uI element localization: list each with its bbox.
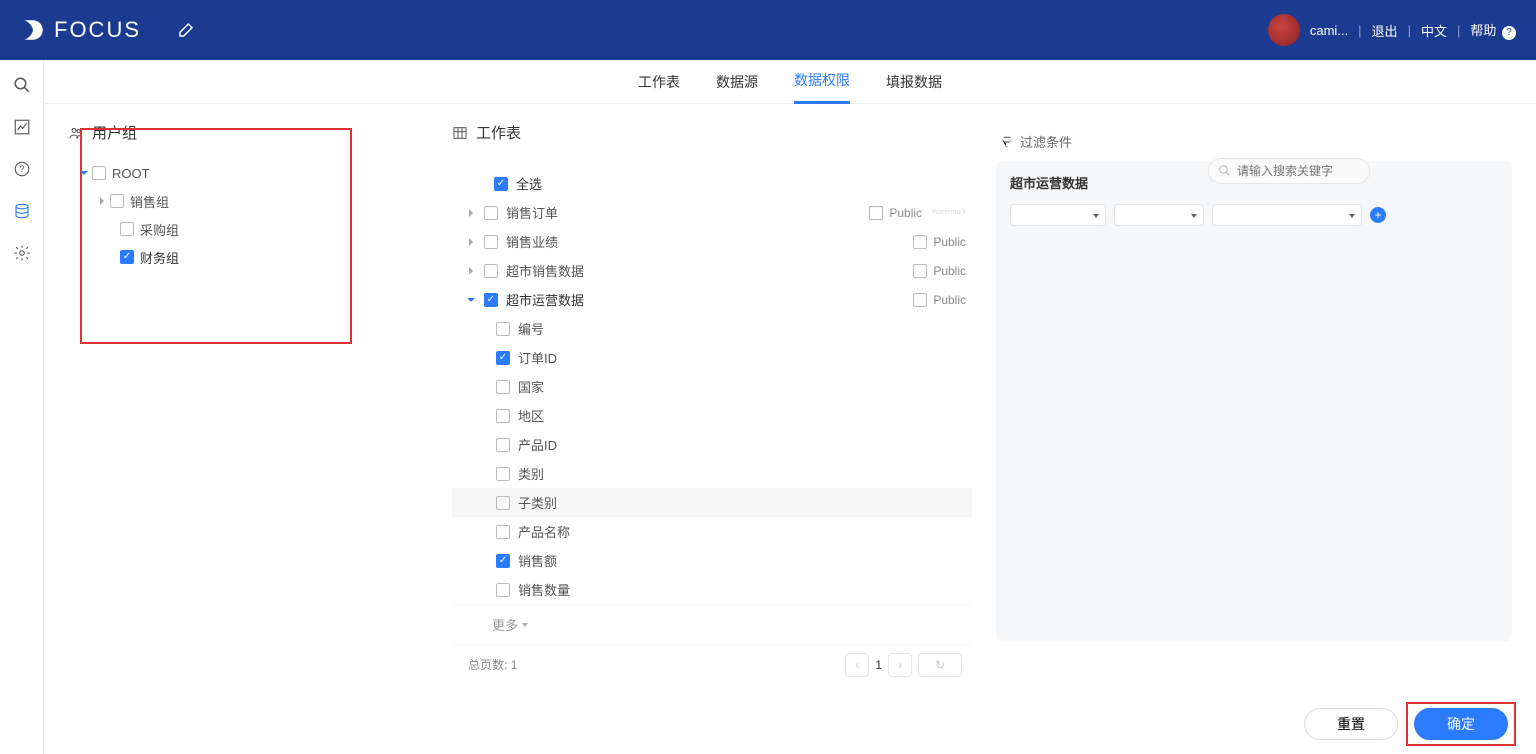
reset-button[interactable]: 重置 xyxy=(1304,708,1398,740)
pager-current: 1 xyxy=(875,658,882,672)
username[interactable]: cami... xyxy=(1310,23,1348,38)
col-item[interactable]: 国家 xyxy=(452,372,972,401)
user-group-title: 用户组 xyxy=(92,122,137,143)
tree-item-finance[interactable]: 财务组 xyxy=(68,243,428,271)
help-nav-icon[interactable]: ? xyxy=(13,160,31,178)
avatar[interactable] xyxy=(1268,14,1300,46)
logout-link[interactable]: 退出 xyxy=(1372,21,1398,40)
search-input-icon xyxy=(1218,164,1231,177)
filter-select-3[interactable] xyxy=(1212,204,1362,226)
select-all-row[interactable]: 全选 xyxy=(452,169,972,198)
filter-select-1[interactable] xyxy=(1010,204,1106,226)
filter-panel: 过滤条件 超市运营数据 + xyxy=(996,122,1512,742)
search-icon[interactable] xyxy=(13,76,31,94)
col-item[interactable]: 产品ID xyxy=(452,430,972,459)
pager-prev[interactable]: ‹ xyxy=(845,653,869,677)
col-item[interactable]: 订单ID xyxy=(452,343,972,372)
tab-worksheet[interactable]: 工作表 xyxy=(638,61,680,103)
col-item[interactable]: 类别 xyxy=(452,459,972,488)
svg-text:?: ? xyxy=(19,164,24,174)
help-icon: ? xyxy=(1502,26,1516,40)
chart-icon[interactable] xyxy=(13,118,31,136)
user-group-panel: 用户组 ROOT 销售组 采购组 财务组 xyxy=(68,122,428,742)
side-nav: ? xyxy=(0,60,44,754)
filter-title: 过滤条件 xyxy=(1020,132,1072,151)
ws-item[interactable]: 超市销售数据Public xyxy=(452,256,972,285)
tree-item-sales[interactable]: 销售组 xyxy=(68,187,428,215)
tree-root[interactable]: ROOT xyxy=(68,159,428,187)
filter-select-2[interactable] xyxy=(1114,204,1204,226)
col-item[interactable]: 编号 xyxy=(452,314,972,343)
col-item[interactable]: 地区 xyxy=(452,401,972,430)
data-nav-icon[interactable] xyxy=(13,202,31,220)
tab-report[interactable]: 填报数据 xyxy=(886,61,942,103)
worksheet-search-input[interactable] xyxy=(1208,158,1370,184)
filter-icon xyxy=(1000,135,1014,149)
tree-item-purchase[interactable]: 采购组 xyxy=(68,215,428,243)
users-icon xyxy=(68,125,84,141)
highlight-confirm xyxy=(1406,702,1516,746)
col-item[interactable]: 子类别 xyxy=(452,488,972,517)
pager-refresh[interactable]: ↻ xyxy=(918,653,962,677)
col-item[interactable]: 销售额 xyxy=(452,546,972,575)
tab-permission[interactable]: 数据权限 xyxy=(794,59,850,104)
tab-datasource[interactable]: 数据源 xyxy=(716,61,758,103)
pager-next[interactable]: › xyxy=(888,653,912,677)
table-icon xyxy=(452,125,468,141)
col-item[interactable]: 产品名称 xyxy=(452,517,972,546)
edit-icon[interactable] xyxy=(177,21,195,39)
ws-item-active[interactable]: 超市运营数据Public xyxy=(452,285,972,314)
logo-icon xyxy=(20,17,46,43)
brand: FOCUS xyxy=(20,17,141,43)
worksheet-title: 工作表 xyxy=(476,122,521,143)
add-filter-button[interactable]: + xyxy=(1370,207,1386,223)
pager-total-label: 总页数: 1 xyxy=(468,656,517,673)
tab-bar: 工作表 数据源 数据权限 填报数据 xyxy=(44,60,1536,104)
help-link[interactable]: 帮助 ? xyxy=(1470,20,1516,40)
col-item[interactable]: 销售数量 xyxy=(452,575,972,604)
brand-text: FOCUS xyxy=(54,17,141,43)
more-button[interactable]: 更多 xyxy=(452,604,972,644)
ws-item[interactable]: 销售订单PublicWatermark xyxy=(452,198,972,227)
lang-link[interactable]: 中文 xyxy=(1421,21,1447,40)
ws-item[interactable]: 销售业绩Public xyxy=(452,227,972,256)
settings-icon[interactable] xyxy=(13,244,31,262)
pager: 总页数: 1 ‹ 1 › ↻ xyxy=(452,644,972,684)
top-bar: FOCUS cami... | 退出 | 中文 | 帮助 ? xyxy=(0,0,1536,60)
worksheet-panel: 工作表 全选 销售订单PublicWatermark 销售业绩Public 超市… xyxy=(452,122,972,742)
